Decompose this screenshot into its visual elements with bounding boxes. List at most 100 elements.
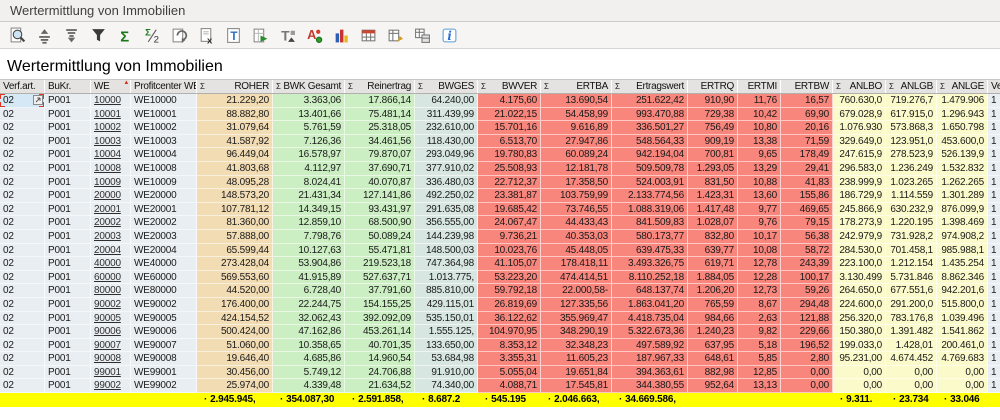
cell-ver[interactable]: 1	[988, 339, 1000, 353]
cell-bwver[interactable]: 36.122,62	[478, 312, 541, 326]
cell-anlgb[interactable]: 0,00	[886, 379, 937, 393]
cell-ver[interactable]: 1	[988, 244, 1000, 258]
cell-we[interactable]: 10002	[91, 121, 131, 135]
cell-ertrq[interactable]: 1.028,07	[688, 216, 738, 230]
cell-bwges[interactable]: 429.115,01	[415, 298, 478, 312]
cell-anlge[interactable]: 200.461,0	[937, 339, 988, 353]
cell-bwk[interactable]: 4.112,97	[273, 162, 345, 176]
cell-ertmi[interactable]: 12,73	[738, 284, 781, 298]
cell-bwver[interactable]: 26.819,69	[478, 298, 541, 312]
cell-bukr[interactable]: P001	[45, 216, 91, 230]
cell-pc[interactable]: WE40000	[131, 257, 197, 271]
cell-anlgb[interactable]: 630.232,9	[886, 203, 937, 217]
cell-verf[interactable]: 02	[0, 257, 45, 271]
cell-value[interactable]: 10003	[94, 136, 121, 147]
cell-ertbw[interactable]: 58,72	[781, 244, 833, 258]
cell-we[interactable]: 20002	[91, 216, 131, 230]
cell-ertmi[interactable]: 12,28	[738, 271, 781, 285]
cell-ertbw[interactable]: 2,80	[781, 352, 833, 366]
cell-ertw[interactable]: 841.509,83	[612, 216, 688, 230]
cell-ertrq[interactable]: 729,38	[688, 108, 738, 122]
cell-anlbo[interactable]: 3.130.499	[833, 271, 886, 285]
column-header-anlge[interactable]: ΣANLGE	[937, 80, 988, 93]
cell-anlge[interactable]: 0,00	[937, 366, 988, 380]
column-header-bukr[interactable]: BuKr.	[45, 80, 91, 93]
cell-ertbw[interactable]: 121,88	[781, 312, 833, 326]
cell-bwges[interactable]: 53.684,98	[415, 352, 478, 366]
sum-icon[interactable]: Σ	[117, 27, 134, 44]
cell-value[interactable]: 10000	[94, 95, 121, 106]
cell-ertw[interactable]: 251.622,42	[612, 94, 688, 108]
cell-pc[interactable]: WE90006	[131, 325, 197, 339]
cell-ertrq[interactable]: 1.423,31	[688, 189, 738, 203]
cell-anlge[interactable]: 4.769.683	[937, 352, 988, 366]
cell-ertmi[interactable]: 9,76	[738, 216, 781, 230]
cell-roher[interactable]: 107.781,12	[197, 203, 273, 217]
cell-value[interactable]: 90007	[94, 340, 121, 351]
cell-ertmi[interactable]: 12,78	[738, 257, 781, 271]
cell-pc[interactable]: WE90007	[131, 339, 197, 353]
cell-anlge[interactable]: 1.301.289	[937, 189, 988, 203]
cell-bukr[interactable]: P001	[45, 257, 91, 271]
cell-ertw[interactable]: 336.501,27	[612, 121, 688, 135]
cell-we[interactable]: 20000	[91, 189, 131, 203]
cell-ver[interactable]: 1	[988, 284, 1000, 298]
column-header-ertbw[interactable]: ERTBW	[781, 80, 833, 93]
cell-anlbo[interactable]: 760.630,0	[833, 94, 886, 108]
cell-ver[interactable]: 1	[988, 135, 1000, 149]
cell-ver[interactable]: 1	[988, 298, 1000, 312]
cell-anlge[interactable]: 1.398.469	[937, 216, 988, 230]
cell-anlbo[interactable]: 0,00	[833, 379, 886, 393]
cell-anlbo[interactable]: 1.076.930	[833, 121, 886, 135]
cell-ertrq[interactable]: 700,81	[688, 148, 738, 162]
cell-verf[interactable]: 02	[0, 312, 45, 326]
cell-ertmi[interactable]: 10,88	[738, 176, 781, 190]
cell-bwk[interactable]: 5.761,59	[273, 121, 345, 135]
cell-ertrq[interactable]: 648,61	[688, 352, 738, 366]
cell-ver[interactable]: 1	[988, 216, 1000, 230]
cell-pc[interactable]: WE10009	[131, 176, 197, 190]
cell-ertbw[interactable]: 71,59	[781, 135, 833, 149]
cell-ertbw[interactable]: 469,65	[781, 203, 833, 217]
cell-bwk[interactable]: 5.749,12	[273, 366, 345, 380]
column-header-ertw[interactable]: ΣErtragswert	[612, 80, 688, 93]
cell-ertw[interactable]: 1.863.041,20	[612, 298, 688, 312]
cell-ertbw[interactable]: 41,83	[781, 176, 833, 190]
cell-ver[interactable]: 1	[988, 148, 1000, 162]
cell-anlgb[interactable]: 1.236.249	[886, 162, 937, 176]
cell-value[interactable]: 40000	[94, 258, 121, 269]
spreadsheet-export-icon[interactable]	[252, 27, 269, 44]
cell-bwges[interactable]: 64.240,00	[415, 94, 478, 108]
cell-ertbw[interactable]: 59,26	[781, 284, 833, 298]
value-help-icon[interactable]	[33, 95, 43, 105]
cell-ertrq[interactable]: 637,95	[688, 339, 738, 353]
cell-ertbw[interactable]: 20,16	[781, 121, 833, 135]
cell-bwk[interactable]: 41.915,89	[273, 271, 345, 285]
cell-pc[interactable]: WE10000	[131, 94, 197, 108]
cell-ertba[interactable]: 127.335,56	[541, 298, 612, 312]
cell-ver[interactable]: 1	[988, 162, 1000, 176]
cell-ertbw[interactable]: 0,00	[781, 379, 833, 393]
cell-ertrq[interactable]: 831,50	[688, 176, 738, 190]
cell-rein[interactable]: 37.791,60	[345, 284, 415, 298]
cell-ertrq[interactable]: 909,19	[688, 135, 738, 149]
cell-anlgb[interactable]: 731.928,2	[886, 230, 937, 244]
cell-ver[interactable]: 1	[988, 257, 1000, 271]
cell-bwk[interactable]: 14.349,15	[273, 203, 345, 217]
cell-pc[interactable]: WE90002	[131, 298, 197, 312]
cell-bwver[interactable]: 5.055,04	[478, 366, 541, 380]
cell-pc[interactable]: WE10004	[131, 148, 197, 162]
cell-verf[interactable]: 02	[0, 148, 45, 162]
cell-anlge[interactable]: 1.532.832	[937, 162, 988, 176]
cell-roher[interactable]: 88.882,80	[197, 108, 273, 122]
cell-verf[interactable]: 02	[0, 121, 45, 135]
cell-anlgb[interactable]: 1.220.195	[886, 216, 937, 230]
cell-rein[interactable]: 40.070,87	[345, 176, 415, 190]
cell-verf[interactable]: 02	[0, 379, 45, 393]
cell-ertba[interactable]: 54.458,99	[541, 108, 612, 122]
column-header-anlgb[interactable]: ΣANLGB	[886, 80, 937, 93]
select-layout-icon[interactable]	[414, 27, 431, 44]
cell-verf[interactable]: 02	[0, 244, 45, 258]
cell-ertba[interactable]: 32.348,23	[541, 339, 612, 353]
cell-we[interactable]: 20001	[91, 203, 131, 217]
